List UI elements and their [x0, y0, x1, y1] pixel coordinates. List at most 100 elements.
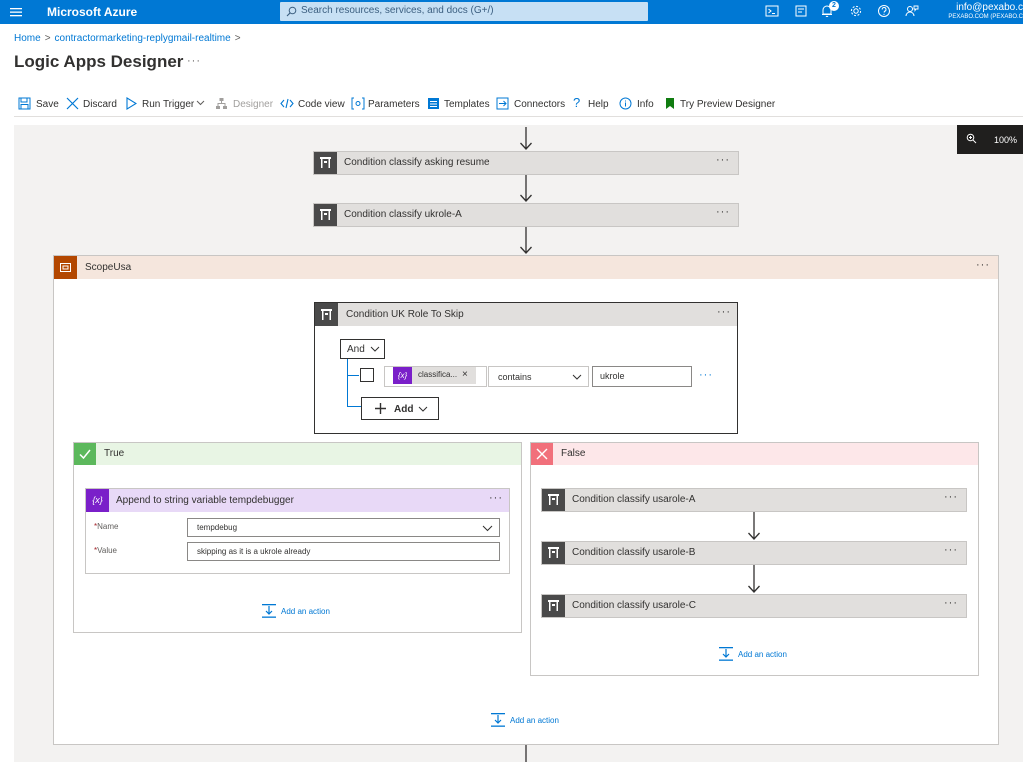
- condition-right-operand-input[interactable]: ukrole: [592, 366, 692, 387]
- hamburger-menu-icon[interactable]: [9, 5, 23, 19]
- token-label: classifica...: [418, 370, 458, 379]
- run-trigger-label: Run Trigger: [142, 99, 195, 110]
- feedback-person-icon[interactable]: [905, 4, 921, 20]
- variable-value-input[interactable]: skipping as it is a ukrole already: [187, 542, 500, 561]
- action-card-condition-usarole-c[interactable]: Condition classify usarole-C ···: [541, 594, 967, 618]
- title-more-options-icon[interactable]: ···: [187, 55, 201, 67]
- row-more-options-icon[interactable]: ···: [699, 369, 713, 381]
- connectors-icon: [496, 97, 509, 110]
- designer-flow-icon: [215, 97, 228, 110]
- append-card-title: Append to string variable tempdebugger: [116, 495, 294, 506]
- card-more-options-icon[interactable]: ···: [716, 154, 730, 166]
- action-card-title: Condition classify usarole-C: [572, 600, 696, 611]
- condition-icon: [314, 204, 337, 226]
- templates-label: Templates: [444, 99, 490, 110]
- breadcrumb-home-link[interactable]: Home: [14, 33, 41, 44]
- condition-value-text: ukrole: [600, 371, 625, 381]
- zoom-level: 100%: [994, 135, 1018, 145]
- connector-arrow: [520, 127, 532, 150]
- value-field-label: *Value: [94, 546, 117, 555]
- add-action-icon: [261, 603, 277, 619]
- true-branch-title: True: [104, 448, 125, 459]
- breadcrumb: Home > contractormarketing-replygmail-real…: [14, 33, 245, 44]
- card-more-options-icon[interactable]: ···: [944, 491, 958, 503]
- discard-label: Discard: [83, 99, 117, 110]
- comparison-operator-select[interactable]: contains: [488, 366, 589, 387]
- condition-row-checkbox[interactable]: [360, 368, 374, 382]
- breadcrumb-resource-link[interactable]: contractormarketing-replygmail-realtime: [55, 33, 231, 44]
- zoom-magnifier-icon: [966, 133, 977, 144]
- connector-arrow: [748, 512, 760, 540]
- chevron-down-icon: [418, 405, 428, 413]
- variable-icon: {x}: [86, 489, 109, 512]
- chevron-right-icon: >: [44, 33, 51, 44]
- chevron-down-icon: [370, 345, 380, 353]
- add-action-label: Add an action: [510, 716, 559, 725]
- action-card-title: Condition classify usarole-A: [572, 494, 696, 505]
- condition-tree-line: [347, 359, 348, 406]
- directory-filter-icon[interactable]: [794, 4, 810, 20]
- account-menu[interactable]: info@pexabo.c PEXABO.COM (PEXABO.C: [940, 2, 1023, 21]
- help-question-icon[interactable]: [877, 4, 893, 20]
- condition-icon: [315, 303, 338, 326]
- info-label: Info: [637, 99, 654, 110]
- variable-name-select[interactable]: tempdebug: [187, 518, 500, 537]
- toolbar-divider: [14, 116, 1023, 117]
- action-card-title: Condition classify usarole-B: [572, 547, 696, 558]
- connector-arrow: [520, 227, 532, 254]
- templates-icon: [427, 97, 440, 110]
- variable-name-value: tempdebug: [197, 523, 238, 532]
- global-search-input[interactable]: Search resources, services, and docs (G+…: [280, 2, 648, 21]
- scope-more-options-icon[interactable]: ···: [976, 259, 990, 271]
- connector-arrow: [748, 565, 760, 593]
- add-action-icon: [718, 646, 734, 662]
- code-view-label: Code view: [298, 99, 345, 110]
- comparison-operator-value: contains: [498, 372, 532, 382]
- action-card-condition-usarole-a[interactable]: Condition classify usarole-A ···: [541, 488, 967, 512]
- action-card-condition-usarole-b[interactable]: Condition classify usarole-B ···: [541, 541, 967, 565]
- false-branch-header: False: [531, 443, 978, 465]
- condition-icon: [542, 542, 565, 564]
- condition-icon: [542, 489, 565, 511]
- dynamic-content-token[interactable]: {x} classifica... ×: [393, 367, 476, 384]
- name-field-label: *Name: [94, 522, 119, 531]
- true-branch-header: True: [74, 443, 521, 465]
- close-x-icon: [66, 97, 79, 110]
- settings-gear-icon[interactable]: [849, 4, 865, 20]
- preview-flag-icon: [665, 97, 675, 110]
- info-circle-icon: [619, 97, 632, 110]
- condition-tree-line: [347, 406, 361, 407]
- cloud-shell-icon[interactable]: [765, 4, 781, 20]
- help-question-icon: ?: [573, 95, 581, 110]
- chevron-right-icon: >: [234, 33, 241, 44]
- append-card-header[interactable]: {x} Append to string variable tempdebugg…: [86, 489, 509, 512]
- action-card-condition-ukrole-a[interactable]: Condition classify ukrole-A ···: [313, 203, 739, 227]
- action-card-condition-asking-resume[interactable]: Condition classify asking resume ···: [313, 151, 739, 175]
- card-more-options-icon[interactable]: ···: [944, 544, 958, 556]
- zoom-control[interactable]: 100%: [957, 125, 1023, 154]
- help-label: Help: [588, 99, 609, 110]
- designer-label: Designer: [233, 99, 274, 110]
- and-or-group-selector[interactable]: And: [340, 339, 385, 359]
- notification-count-badge: 2: [829, 1, 839, 11]
- card-more-options-icon[interactable]: ···: [716, 206, 730, 218]
- play-icon: [125, 97, 137, 110]
- condition-icon: [314, 152, 337, 174]
- save-floppy-icon: [18, 97, 31, 110]
- scope-header[interactable]: ScopeUsa ···: [54, 256, 998, 279]
- token-remove-icon[interactable]: ×: [462, 369, 468, 380]
- append-more-options-icon[interactable]: ···: [489, 492, 503, 504]
- variable-icon: {x}: [393, 367, 412, 384]
- parameters-label: Parameters: [368, 99, 420, 110]
- plus-icon: [375, 403, 386, 414]
- scope-icon: [54, 256, 77, 279]
- add-condition-button[interactable]: Add: [361, 397, 439, 420]
- account-email: info@pexabo.c: [956, 2, 1023, 13]
- condition-header[interactable]: Condition UK Role To Skip ···: [315, 303, 737, 326]
- check-icon: [74, 443, 96, 465]
- condition-more-options-icon[interactable]: ···: [717, 306, 731, 318]
- brand-logo-text[interactable]: Microsoft Azure: [47, 5, 137, 19]
- page-title: Logic Apps Designer: [14, 52, 184, 71]
- action-card-title: Condition classify ukrole-A: [344, 209, 462, 220]
- card-more-options-icon[interactable]: ···: [944, 597, 958, 609]
